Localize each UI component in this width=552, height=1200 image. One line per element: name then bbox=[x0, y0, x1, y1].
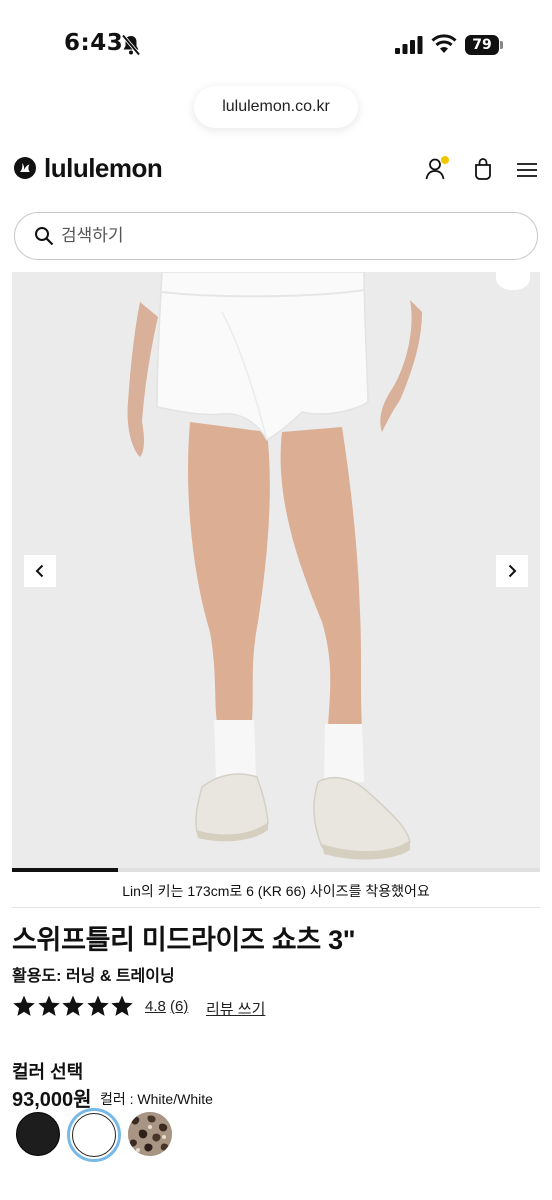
activity-label: 활용도: bbox=[12, 968, 62, 985]
rating-row: 4.8 (6) 리뷰 쓰기 bbox=[12, 994, 312, 1022]
star-rating[interactable] bbox=[12, 994, 135, 1018]
search-icon bbox=[35, 227, 54, 246]
activity-info: 활용도: 러닝 & 트레이닝 bbox=[12, 962, 175, 986]
model-size-caption: Lin의 키는 173cm로 6 (KR 66) 사이즈를 착용했어요 bbox=[122, 883, 430, 899]
chevron-left-icon bbox=[35, 564, 44, 578]
activity-value: 러닝 & 트레이닝 bbox=[65, 968, 175, 985]
star-icon bbox=[86, 995, 109, 1016]
brand-name[interactable]: lululemon bbox=[44, 153, 163, 184]
selected-color-label: 컬러 : White/White bbox=[100, 1091, 213, 1107]
shopping-bag-icon[interactable] bbox=[471, 157, 495, 181]
color-selection-heading: 컬러 선택 bbox=[12, 1062, 84, 1082]
site-header: lululemon bbox=[0, 140, 552, 200]
status-bar: 6:43 79 bbox=[0, 0, 552, 90]
star-icon bbox=[62, 995, 84, 1016]
cellular-signal-icon bbox=[395, 36, 423, 54]
battery-level: 79 bbox=[465, 35, 499, 55]
lululemon-logo-icon[interactable] bbox=[14, 157, 36, 179]
review-count[interactable]: (6) bbox=[170, 998, 188, 1015]
next-image-button[interactable] bbox=[496, 555, 528, 587]
product-title: 스위프틀리 미드라이즈 쇼츠 3" bbox=[12, 925, 356, 955]
swatch-leopard[interactable] bbox=[128, 1112, 172, 1156]
wifi-icon bbox=[431, 34, 457, 53]
notification-dot bbox=[441, 156, 449, 164]
product-image-gallery[interactable] bbox=[12, 272, 540, 872]
search-input[interactable] bbox=[61, 221, 521, 251]
swatch-white[interactable] bbox=[72, 1113, 116, 1157]
color-swatches bbox=[14, 1108, 214, 1162]
gallery-progress-fill bbox=[12, 868, 118, 872]
write-review-link[interactable]: 리뷰 쓰기 bbox=[206, 998, 265, 1019]
star-icon bbox=[111, 995, 133, 1016]
bell-muted-icon bbox=[121, 34, 141, 56]
divider bbox=[12, 907, 540, 908]
star-icon bbox=[13, 995, 35, 1016]
search-bar[interactable] bbox=[14, 212, 538, 260]
swatch-black[interactable] bbox=[16, 1112, 60, 1156]
address-bar[interactable]: lululemon.co.kr bbox=[194, 86, 358, 128]
account-icon[interactable] bbox=[424, 156, 450, 182]
leopard-pattern bbox=[128, 1112, 172, 1156]
product-photo bbox=[12, 272, 540, 872]
battery-indicator: 79 bbox=[465, 35, 503, 55]
previous-image-button[interactable] bbox=[24, 555, 56, 587]
rating-score[interactable]: 4.8 bbox=[145, 998, 166, 1015]
battery-nub bbox=[500, 41, 503, 49]
menu-icon[interactable] bbox=[516, 160, 538, 180]
star-icon bbox=[37, 995, 60, 1016]
status-time: 6:43 bbox=[64, 30, 124, 56]
gallery-progress-bar bbox=[12, 868, 540, 872]
chevron-right-icon bbox=[508, 564, 517, 578]
